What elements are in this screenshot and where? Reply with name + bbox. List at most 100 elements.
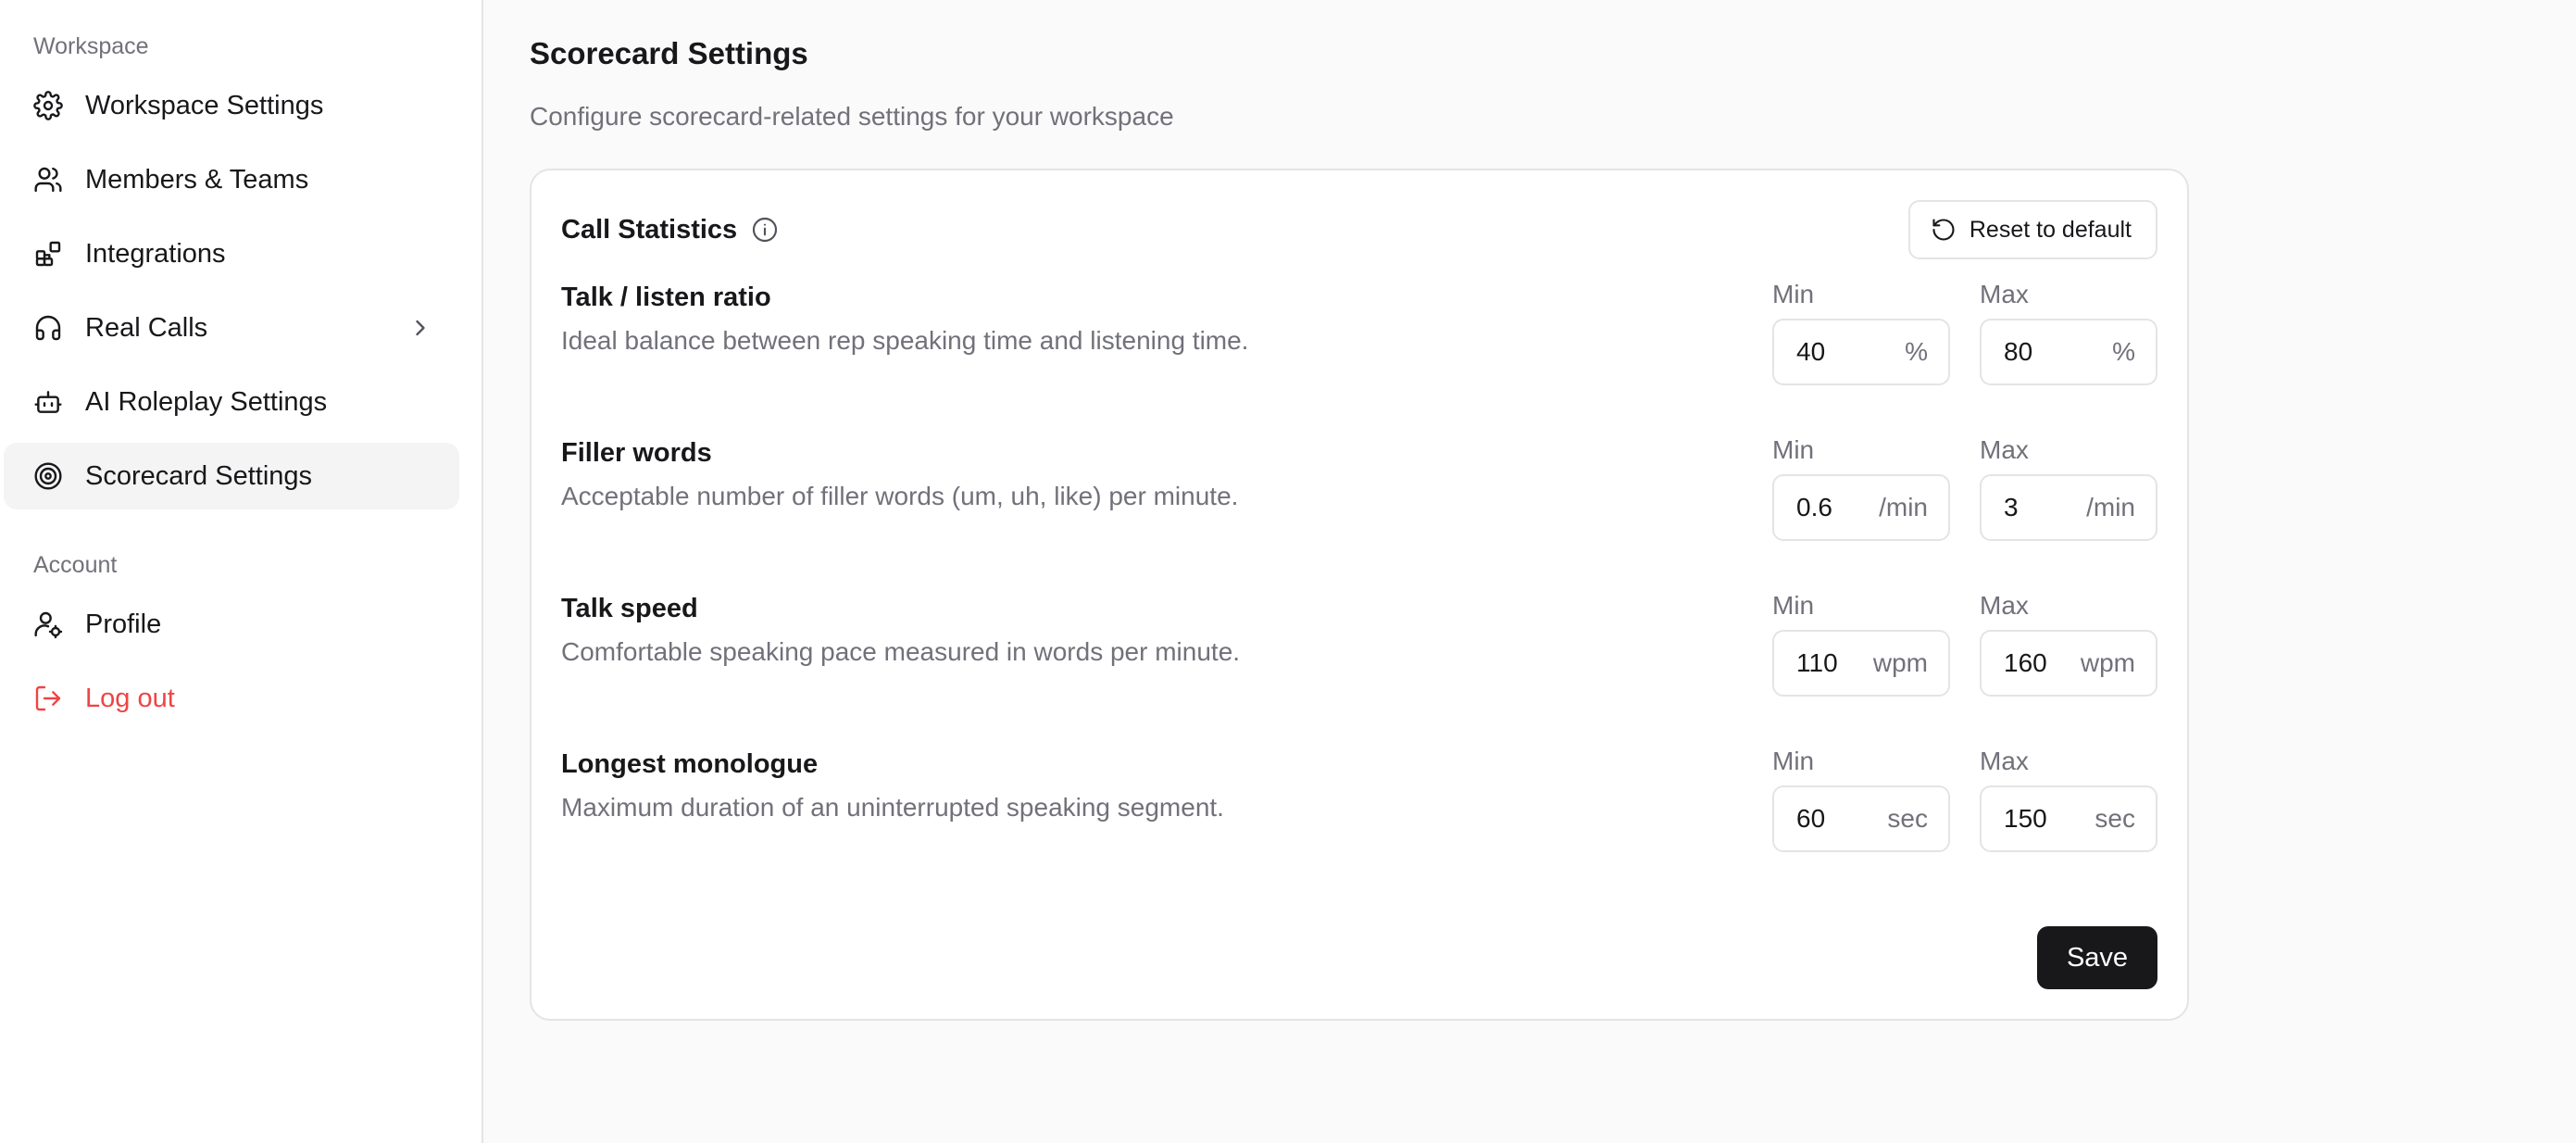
longest-monologue-max-input[interactable] bbox=[2004, 804, 2078, 834]
metric-text: Filler words Acceptable number of filler… bbox=[561, 432, 1238, 587]
main-content: Scorecard Settings Configure scorecard-r… bbox=[483, 0, 2576, 1143]
min-label: Min bbox=[1772, 435, 1815, 464]
sidebar-item-workspace-settings[interactable]: Workspace Settings bbox=[4, 72, 459, 139]
max-input-box: % bbox=[1980, 319, 2157, 385]
metric-text: Longest monologue Maximum duration of an… bbox=[561, 743, 1224, 898]
card-title: Call Statistics bbox=[561, 215, 780, 245]
reset-to-default-button[interactable]: Reset to default bbox=[1907, 200, 2157, 259]
sidebar-item-members-teams[interactable]: Members & Teams bbox=[4, 146, 459, 213]
unit-label: % bbox=[2112, 337, 2135, 366]
min-field: Min % bbox=[1772, 276, 1950, 432]
metric-title: Longest monologue bbox=[561, 749, 819, 779]
card-title-text: Call Statistics bbox=[561, 214, 738, 245]
sidebar-item-label: Real Calls bbox=[85, 312, 208, 343]
max-label: Max bbox=[1980, 280, 2029, 308]
sidebar-item-profile[interactable]: Profile bbox=[4, 591, 459, 658]
min-field: Min sec bbox=[1772, 743, 1950, 898]
sidebar-item-label: Log out bbox=[85, 683, 175, 713]
sidebar: Workspace Workspace Settings Members & T… bbox=[0, 0, 483, 1143]
max-label: Max bbox=[1980, 435, 2029, 464]
max-input-box: /min bbox=[1980, 474, 2157, 541]
metric-range: Min wpm Max wpm bbox=[1772, 587, 2157, 743]
reset-icon bbox=[1931, 217, 1957, 243]
unit-label: % bbox=[1905, 337, 1928, 366]
min-input-box: wpm bbox=[1772, 630, 1950, 697]
metric-title: Filler words bbox=[561, 438, 712, 468]
metric-row-talk-listen-ratio: Talk / listen ratio Ideal balance betwee… bbox=[561, 276, 2157, 432]
metric-row-longest-monologue: Longest monologue Maximum duration of an… bbox=[561, 743, 2157, 898]
metric-range: Min /min Max /min bbox=[1772, 432, 2157, 587]
call-statistics-card: Call Statistics Reset to default Talk / … bbox=[530, 169, 2189, 1021]
metric-title: Talk speed bbox=[561, 594, 698, 623]
min-input-box: % bbox=[1772, 319, 1950, 385]
metric-description: Maximum duration of an uninterrupted spe… bbox=[561, 793, 1224, 822]
sidebar-item-label: AI Roleplay Settings bbox=[85, 386, 328, 417]
metric-description: Comfortable speaking pace measured in wo… bbox=[561, 637, 1241, 666]
info-icon[interactable] bbox=[750, 215, 780, 245]
unit-label: wpm bbox=[2080, 648, 2135, 677]
sidebar-item-ai-roleplay-settings[interactable]: AI Roleplay Settings bbox=[4, 369, 459, 435]
chevron-right-icon[interactable] bbox=[407, 315, 433, 341]
unit-label: sec bbox=[1887, 804, 1928, 833]
min-label: Min bbox=[1772, 747, 1815, 775]
max-field: Max /min bbox=[1980, 432, 2157, 587]
filler-words-max-input[interactable] bbox=[2004, 493, 2078, 522]
unit-label: /min bbox=[2086, 493, 2135, 521]
users-icon bbox=[33, 165, 63, 195]
sidebar-item-label: Profile bbox=[85, 609, 162, 639]
sidebar-item-integrations[interactable]: Integrations bbox=[4, 220, 459, 287]
account-section-label: Account bbox=[33, 552, 118, 578]
sidebar-item-logout[interactable]: Log out bbox=[4, 665, 459, 732]
sidebar-item-real-calls[interactable]: Real Calls bbox=[4, 295, 459, 361]
talk-speed-max-input[interactable] bbox=[2004, 648, 2078, 678]
user-gear-icon bbox=[33, 609, 63, 639]
metric-range: Min % Max % bbox=[1772, 276, 2157, 432]
unit-label: wpm bbox=[1872, 648, 1928, 677]
metric-text: Talk speed Comfortable speaking pace mea… bbox=[561, 587, 1240, 743]
sidebar-item-label: Scorecard Settings bbox=[85, 460, 313, 491]
metric-title: Talk / listen ratio bbox=[561, 283, 771, 312]
unit-label: /min bbox=[1879, 493, 1928, 521]
save-button[interactable]: Save bbox=[2037, 926, 2157, 989]
max-field: Max % bbox=[1980, 276, 2157, 432]
gear-icon bbox=[33, 91, 63, 120]
sidebar-item-label: Workspace Settings bbox=[85, 90, 324, 120]
page-title: Scorecard Settings bbox=[530, 36, 808, 70]
talk-speed-min-input[interactable] bbox=[1796, 648, 1870, 678]
target-icon bbox=[33, 461, 63, 491]
max-field: Max wpm bbox=[1980, 587, 2157, 743]
max-input-box: sec bbox=[1980, 785, 2157, 852]
metric-range: Min sec Max sec bbox=[1772, 743, 2157, 898]
longest-monologue-min-input[interactable] bbox=[1796, 804, 1870, 834]
min-field: Min /min bbox=[1772, 432, 1950, 587]
filler-words-min-input[interactable] bbox=[1796, 493, 1870, 522]
sidebar-item-label: Integrations bbox=[85, 238, 226, 269]
max-field: Max sec bbox=[1980, 743, 2157, 898]
min-input-box: sec bbox=[1772, 785, 1950, 852]
talk-listen-max-input[interactable] bbox=[2004, 337, 2078, 367]
headset-icon bbox=[33, 313, 63, 343]
max-input-box: wpm bbox=[1980, 630, 2157, 697]
integrations-icon bbox=[33, 239, 63, 269]
page-subtitle: Configure scorecard-related settings for… bbox=[530, 102, 1174, 131]
min-field: Min wpm bbox=[1772, 587, 1950, 743]
metric-row-talk-speed: Talk speed Comfortable speaking pace mea… bbox=[561, 587, 2157, 743]
metric-description: Acceptable number of filler words (um, u… bbox=[561, 482, 1239, 510]
metric-text: Talk / listen ratio Ideal balance betwee… bbox=[561, 276, 1248, 432]
sidebar-item-label: Members & Teams bbox=[85, 164, 309, 195]
unit-label: sec bbox=[2095, 804, 2135, 833]
min-label: Min bbox=[1772, 591, 1815, 620]
reset-label: Reset to default bbox=[1969, 216, 2132, 243]
min-input-box: /min bbox=[1772, 474, 1950, 541]
card-header: Call Statistics Reset to default bbox=[561, 200, 2157, 259]
sidebar-item-scorecard-settings[interactable]: Scorecard Settings bbox=[4, 443, 459, 509]
talk-listen-min-input[interactable] bbox=[1796, 337, 1870, 367]
min-label: Min bbox=[1772, 280, 1815, 308]
max-label: Max bbox=[1980, 747, 2029, 775]
max-label: Max bbox=[1980, 591, 2029, 620]
logout-icon bbox=[33, 684, 63, 713]
workspace-section-label: Workspace bbox=[33, 33, 149, 59]
metric-row-filler-words: Filler words Acceptable number of filler… bbox=[561, 432, 2157, 587]
bot-icon bbox=[33, 387, 63, 417]
metric-description: Ideal balance between rep speaking time … bbox=[561, 326, 1249, 355]
